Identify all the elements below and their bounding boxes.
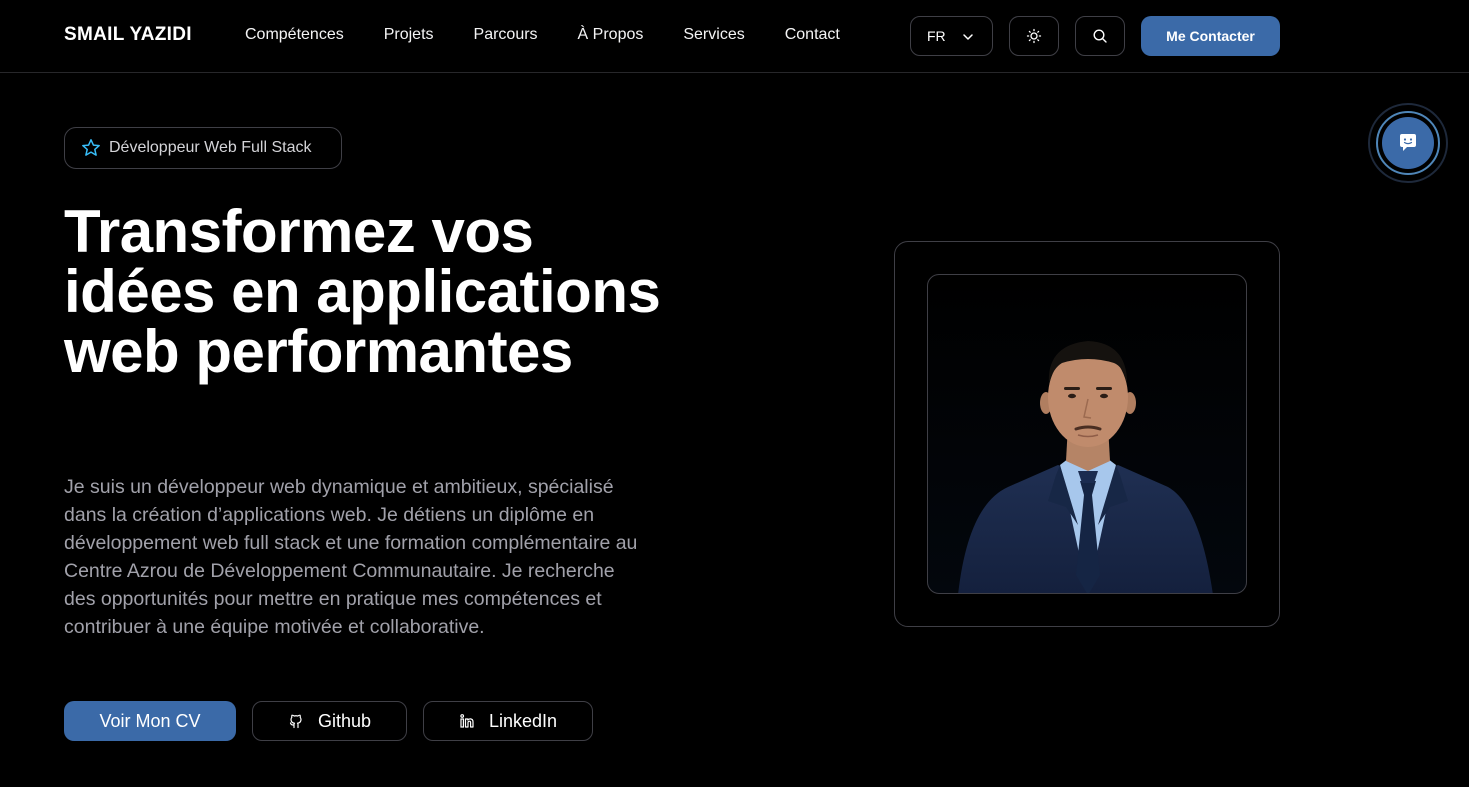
role-badge-label: Développeur Web Full Stack [109, 139, 312, 156]
profile-photo [927, 274, 1247, 594]
contact-me-button[interactable]: Me Contacter [1141, 16, 1280, 56]
profile-portrait [958, 341, 1213, 593]
nav-link-a-propos[interactable]: À Propos [578, 26, 644, 44]
site-logo[interactable]: SMAIL YAZIDI [64, 24, 192, 46]
nav-link-projets[interactable]: Projets [384, 26, 434, 44]
profile-photo-frame [894, 241, 1280, 627]
site-header: SMAIL YAZIDI Compétences Projets Parcour… [0, 0, 1469, 73]
search-icon [1093, 29, 1107, 43]
theme-toggle-button[interactable] [1009, 16, 1059, 56]
view-cv-button[interactable]: Voir Mon CV [64, 701, 236, 741]
nav-link-parcours[interactable]: Parcours [474, 26, 538, 44]
github-button-label: Github [317, 710, 372, 731]
nav-link-services[interactable]: Services [683, 26, 744, 44]
nav-link-competences[interactable]: Compétences [245, 26, 344, 44]
language-value: FR [927, 28, 946, 44]
github-icon [289, 714, 302, 729]
chatbot-launcher[interactable] [1368, 103, 1448, 183]
sun-icon [1026, 28, 1042, 44]
chatbot-icon [1400, 134, 1416, 151]
main-nav: Compétences Projets Parcours À Propos Se… [245, 26, 880, 44]
hero-title: Transformez vos idées en applications we… [64, 198, 661, 385]
search-button[interactable] [1075, 16, 1125, 56]
linkedin-button-label: LinkedIn [488, 710, 558, 731]
nav-link-contact[interactable]: Contact [785, 26, 840, 44]
language-select[interactable]: FR [910, 16, 993, 56]
role-badge: Développeur Web Full Stack [64, 127, 342, 169]
hero-description: Je suis un développeur web dynamique et … [64, 476, 638, 638]
star-icon [82, 139, 100, 156]
github-button[interactable]: Github [252, 701, 407, 741]
chatbot-ring [1376, 111, 1440, 175]
linkedin-button[interactable]: LinkedIn [423, 701, 593, 741]
chatbot-button[interactable] [1382, 117, 1434, 169]
linkedin-icon [460, 714, 474, 728]
chevron-down-icon [963, 34, 973, 40]
